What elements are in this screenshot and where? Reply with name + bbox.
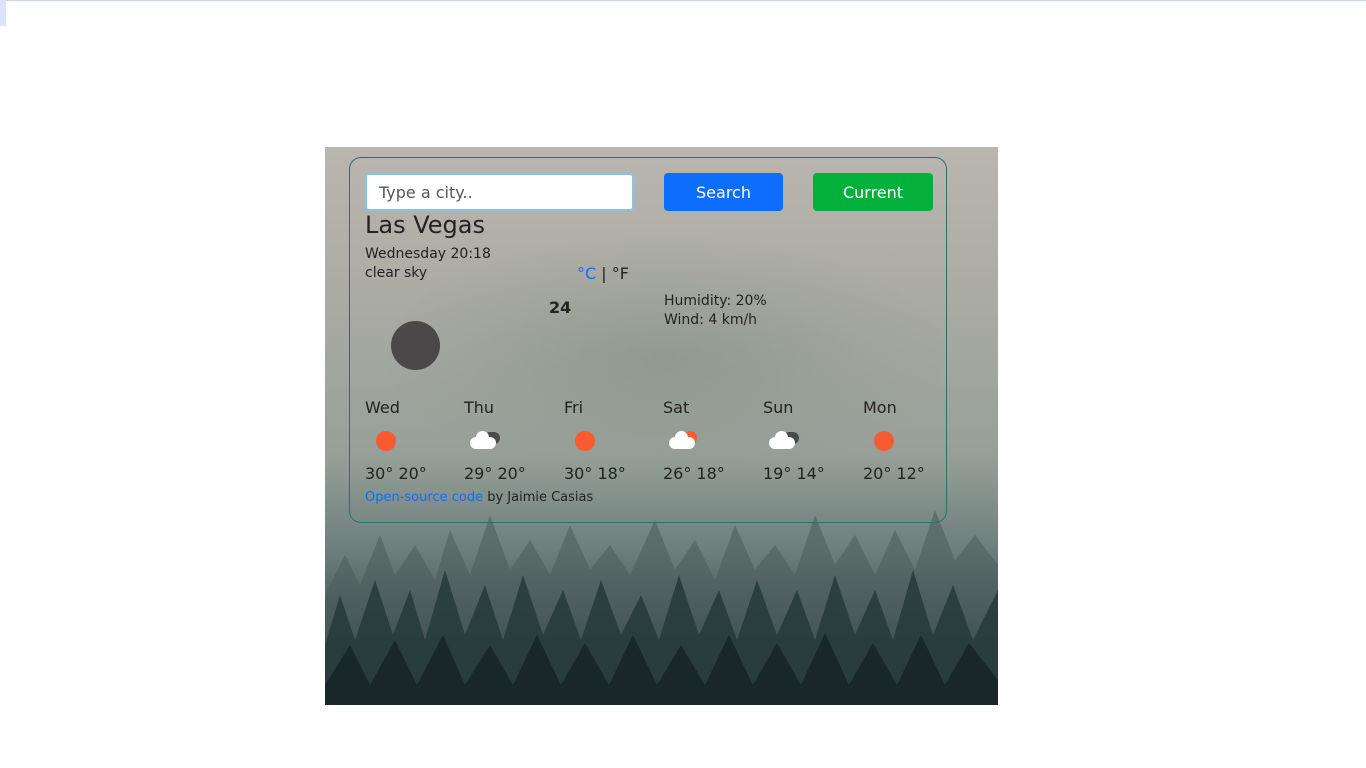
forecast-temps: 30° 18° <box>564 464 626 483</box>
forecast-day: Mon 20° 12° <box>863 398 958 483</box>
city-name: Las Vegas <box>365 211 485 239</box>
broken-clouds-icon <box>769 428 803 456</box>
footer-author: by Jaimie Casias <box>483 490 594 505</box>
fahrenheit-link[interactable]: °F <box>612 264 629 283</box>
moon-icon <box>391 321 440 370</box>
sun-icon <box>869 428 903 456</box>
forecast-day-name: Fri <box>564 398 584 417</box>
current-location-button[interactable]: Current <box>813 173 933 211</box>
footer-credit: Open-source code by Jaimie Casias <box>365 490 593 505</box>
forecast-day: Wed 30° 20° <box>365 398 460 483</box>
forecast-day-name: Thu <box>464 398 495 417</box>
top-border-line <box>0 0 1366 1</box>
wind-value: Wind: 4 km/h <box>664 312 758 328</box>
forecast-day-name: Wed <box>365 398 400 417</box>
forecast-day-name: Mon <box>863 398 897 417</box>
forecast-temps: 29° 20° <box>464 464 526 483</box>
humidity-value: Humidity: 20% <box>664 293 767 309</box>
unit-toggle: °C | °F <box>577 264 629 283</box>
forecast-temps: 26° 18° <box>663 464 725 483</box>
forecast-temps: 30° 20° <box>365 464 427 483</box>
current-temperature: 24 <box>549 298 572 317</box>
page-edge-mark <box>0 0 6 26</box>
forecast-temps: 20° 12° <box>863 464 925 483</box>
forecast-day: Thu 29° 20° <box>464 398 559 483</box>
broken-clouds-icon <box>470 428 504 456</box>
unit-separator: | <box>601 264 607 283</box>
date-time: Wednesday 20:18 <box>365 246 491 262</box>
forecast-day: Sat 26° 18° <box>663 398 758 483</box>
celsius-link[interactable]: °C <box>577 264 596 283</box>
forecast-day: Fri 30° 18° <box>564 398 659 483</box>
search-button[interactable]: Search <box>664 173 783 211</box>
city-search-input[interactable] <box>365 173 634 211</box>
forecast-temps: 19° 14° <box>763 464 825 483</box>
open-source-link[interactable]: Open-source code <box>365 490 483 505</box>
forecast-day: Sun 19° 14° <box>763 398 858 483</box>
sun-icon <box>570 428 604 456</box>
forecast-day-name: Sat <box>663 398 690 417</box>
weather-description: clear sky <box>365 265 428 281</box>
few-clouds-icon <box>669 428 703 456</box>
forecast-day-name: Sun <box>763 398 794 417</box>
sun-icon <box>371 428 405 456</box>
